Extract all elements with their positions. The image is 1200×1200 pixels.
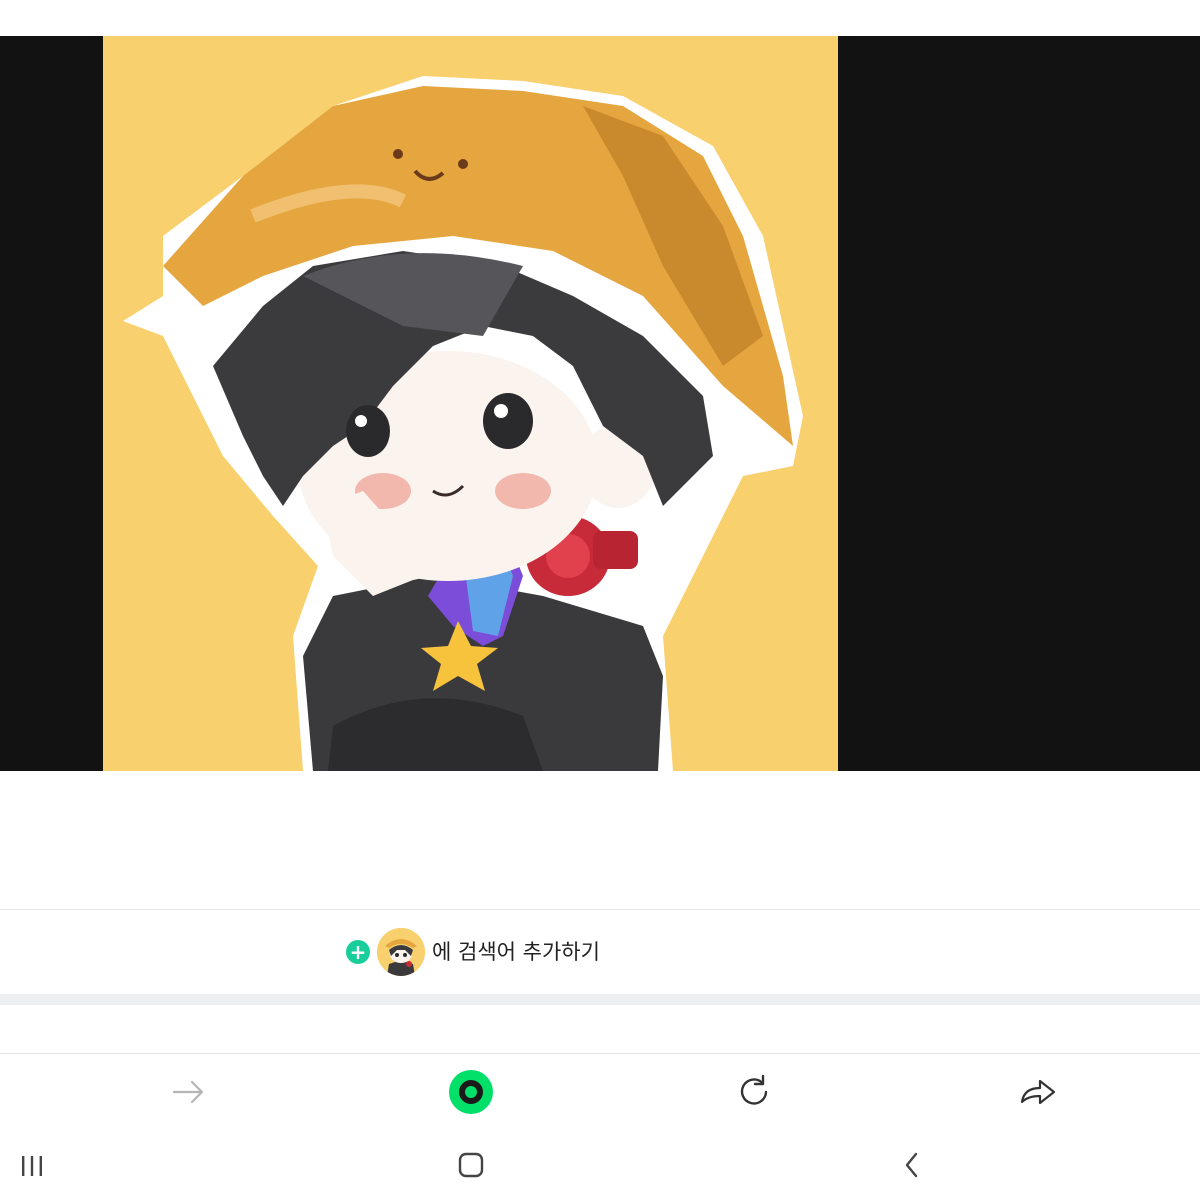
home-square-icon[interactable] (451, 1146, 491, 1186)
chevron-left-icon[interactable] (891, 1146, 931, 1186)
image-viewer[interactable] (0, 36, 1200, 771)
artwork-image[interactable] (103, 36, 838, 771)
arrow-right-icon[interactable] (164, 1068, 212, 1116)
add-search-term-bar[interactable]: + 에 검색어 추가하기 (0, 909, 1200, 995)
top-status-area (0, 0, 1200, 36)
section-divider (0, 994, 1200, 1005)
plus-circle-icon[interactable]: + (346, 940, 370, 964)
browser-toolbar (0, 1054, 1200, 1128)
blank-row (0, 1005, 1200, 1054)
share-arrow-icon[interactable] (1014, 1068, 1062, 1116)
green-circle-home-icon[interactable] (447, 1068, 495, 1116)
system-navigation-bar (0, 1128, 1200, 1200)
chibi-character-illustration (103, 36, 838, 771)
recents-icon[interactable] (12, 1146, 52, 1186)
refresh-icon[interactable] (730, 1068, 778, 1116)
character-avatar (377, 928, 425, 976)
add-search-term-label[interactable]: 에 검색어 추가하기 (432, 936, 600, 966)
